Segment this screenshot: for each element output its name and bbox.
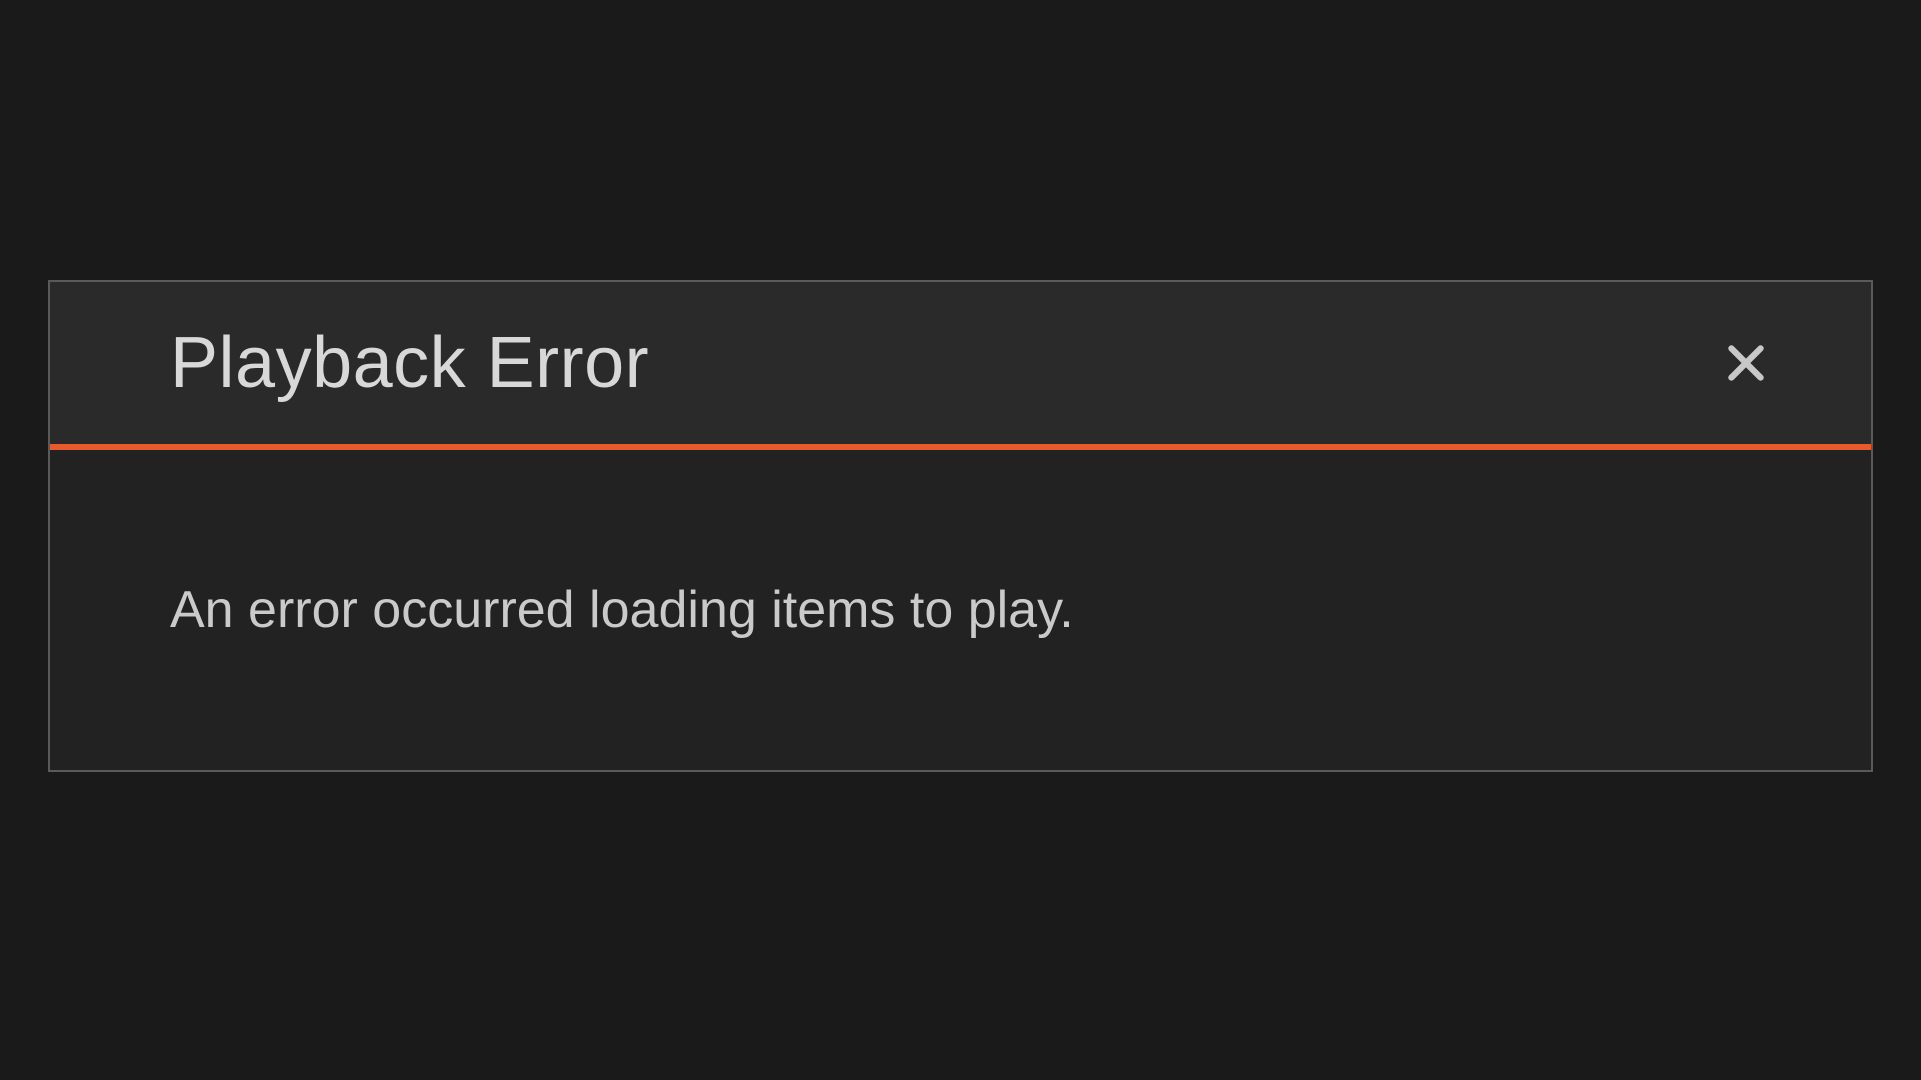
close-icon — [1721, 338, 1771, 388]
dialog-title: Playback Error — [170, 322, 649, 404]
dialog-body: An error occurred loading items to play. — [50, 450, 1871, 770]
dialog-header: Playback Error — [50, 282, 1871, 450]
close-button[interactable] — [1711, 328, 1781, 398]
error-dialog: Playback Error An error occurred loading… — [48, 280, 1873, 772]
dialog-message: An error occurred loading items to play. — [170, 580, 1751, 640]
